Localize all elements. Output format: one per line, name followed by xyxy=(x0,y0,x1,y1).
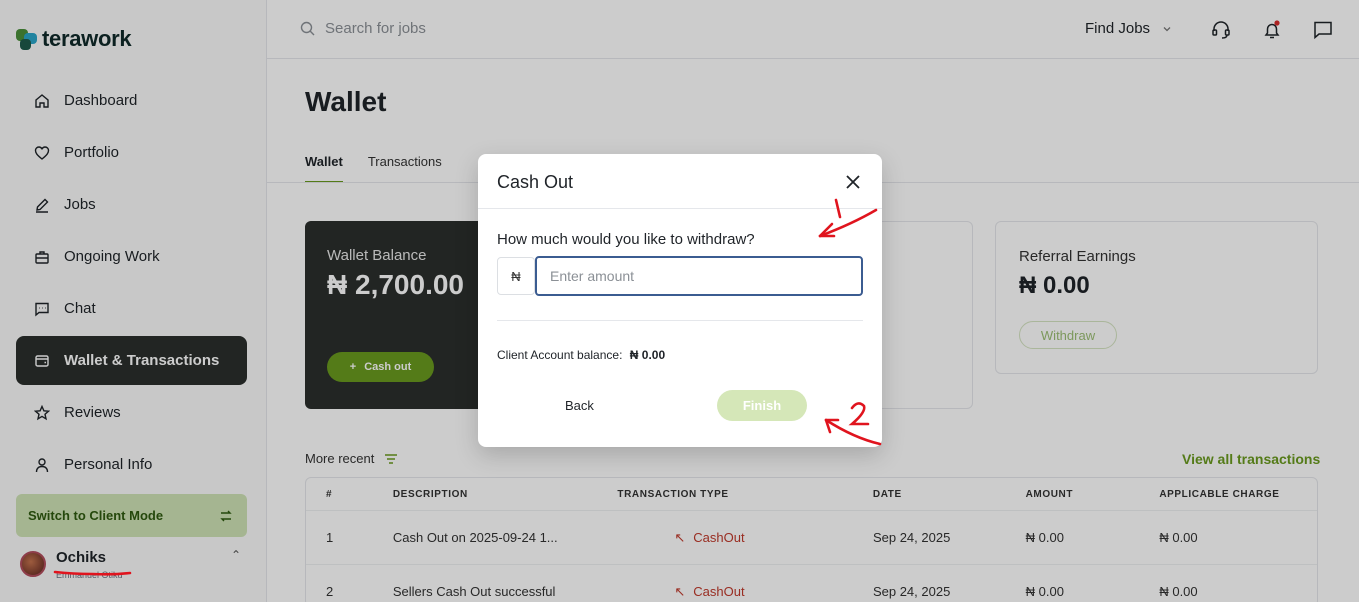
annotation-underline xyxy=(53,570,132,576)
finish-button[interactable]: Finish xyxy=(717,390,807,421)
annotation-arrow-1 xyxy=(818,198,878,238)
client-balance-value: ₦ 0.00 xyxy=(629,348,666,362)
back-button[interactable]: Back xyxy=(565,398,594,413)
client-balance-label: Client Account balance: xyxy=(497,348,623,362)
client-balance: Client Account balance: ₦ 0.00 xyxy=(497,348,665,362)
modal-divider-inner xyxy=(497,320,863,321)
annotation-arrow-2 xyxy=(824,402,882,446)
currency-prefix: ₦ xyxy=(497,257,535,295)
close-icon[interactable] xyxy=(841,170,865,194)
withdraw-question: How much would you like to withdraw? xyxy=(497,231,755,248)
modal-title: Cash Out xyxy=(497,172,574,192)
amount-input[interactable] xyxy=(535,256,863,296)
